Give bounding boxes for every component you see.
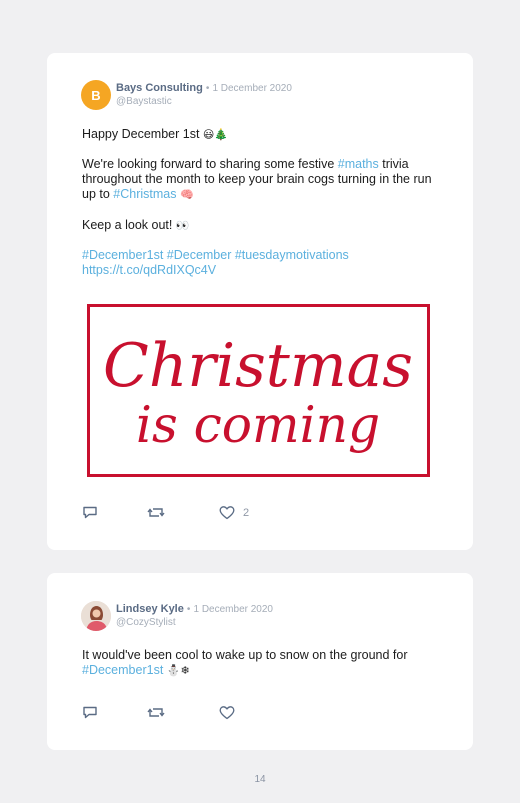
post-date: 1 December 2020 — [193, 604, 274, 615]
retweet-icon — [147, 508, 165, 517]
author-name[interactable]: Bays Consulting — [116, 82, 203, 94]
avatar[interactable] — [81, 601, 111, 631]
tweet-text: It would've been cool to wake up to snow… — [82, 648, 442, 678]
tweet-actions — [82, 705, 282, 723]
tweet-card-lindsey: Lindsey Kyle • 1 December 2020 @CozyStyl… — [47, 573, 473, 750]
hashtags-line[interactable]: #December1st #December #tuesdaymotivatio… — [82, 248, 442, 263]
paragraph-text-a: We're looking forward to sharing some fe… — [82, 157, 338, 171]
reply-icon — [83, 706, 97, 719]
tweet-text-a: It would've been cool to wake up to snow… — [82, 648, 408, 662]
author-row: Bays Consulting • 1 December 2020 — [116, 82, 292, 94]
heart-icon — [219, 506, 235, 520]
tweet-header: Lindsey Kyle • 1 December 2020 @CozyStyl… — [81, 601, 461, 633]
greeting-text: Happy December 1st — [82, 127, 200, 141]
tweet-image[interactable]: Christmas is coming — [87, 304, 430, 477]
retweet-button[interactable] — [147, 705, 165, 720]
avatar-letter: B — [91, 87, 101, 103]
brain-emoji: 🧠 — [179, 188, 194, 201]
heart-icon — [219, 706, 235, 720]
tweet-text-lookout: Keep a look out! 👀 — [82, 218, 442, 233]
image-line-1: Christmas — [103, 331, 413, 401]
tweet-link[interactable]: https://t.co/qdRdIXQc4V — [82, 263, 442, 278]
reply-button[interactable] — [82, 705, 98, 720]
eyes-emoji: 👀 — [175, 219, 190, 232]
post-date: 1 December 2020 — [212, 83, 292, 94]
author-handle: @Baystastic — [116, 96, 172, 107]
tweet-card-bays: B Bays Consulting • 1 December 2020 @Bay… — [47, 53, 473, 550]
tweet-text-greeting: Happy December 1st 😃🎄 — [82, 127, 442, 142]
author-row: Lindsey Kyle • 1 December 2020 — [116, 603, 273, 615]
separator-dot: • — [186, 604, 191, 615]
like-button[interactable]: 2 — [219, 505, 249, 520]
christmas-is-coming-graphic: Christmas is coming — [103, 331, 413, 454]
author-handle: @CozyStylist — [116, 617, 176, 628]
snow-emoji: ⛄❄ — [166, 664, 190, 677]
reply-button[interactable] — [82, 505, 98, 520]
hashtag-december1st[interactable]: #December1st — [82, 663, 163, 677]
separator-dot: • — [205, 83, 210, 94]
reply-icon — [83, 506, 97, 519]
tweet-text-paragraph: We're looking forward to sharing some fe… — [82, 157, 442, 202]
like-button[interactable] — [219, 705, 235, 720]
hashtag-christmas[interactable]: #Christmas — [113, 187, 176, 201]
lookout-text: Keep a look out! — [82, 218, 173, 232]
greeting-emoji: 😃🎄 — [202, 128, 229, 141]
like-count: 2 — [243, 506, 250, 519]
hashtag-maths[interactable]: #maths — [338, 157, 379, 171]
tweet-header: B Bays Consulting • 1 December 2020 @Bay… — [81, 80, 461, 112]
avatar[interactable]: B — [81, 80, 111, 110]
author-name[interactable]: Lindsey Kyle — [116, 603, 184, 615]
tweet-actions: 2 — [82, 505, 282, 523]
page-number: 14 — [254, 774, 266, 785]
image-line-2: is coming — [136, 395, 380, 454]
profile-photo-icon — [81, 601, 111, 631]
retweet-button[interactable] — [147, 505, 165, 520]
retweet-icon — [147, 708, 165, 717]
